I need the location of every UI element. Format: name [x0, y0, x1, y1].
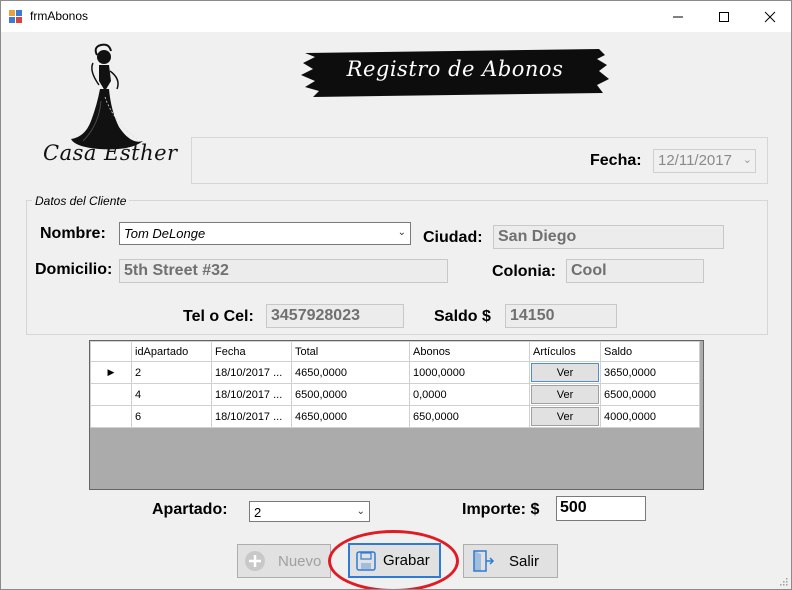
nombre-value: Tom DeLonge: [124, 226, 206, 241]
salir-label: Salir: [509, 552, 540, 570]
cell-idapartado[interactable]: 6: [131, 405, 212, 428]
grid-header-row: idApartado Fecha Total Abonos Artículos …: [90, 341, 700, 362]
column-header-fecha[interactable]: Fecha: [211, 341, 292, 362]
resize-grip-icon[interactable]: [778, 576, 788, 586]
tel-label: Tel o Cel:: [183, 308, 254, 325]
winforms-icon: [9, 10, 23, 24]
highlight-annotation: [328, 530, 459, 589]
nombre-label: Nombre:: [40, 225, 106, 242]
saldo-label: Saldo $: [434, 308, 491, 325]
close-icon: [764, 11, 776, 22]
cell-abonos[interactable]: 1000,0000: [409, 361, 530, 384]
cell-total[interactable]: 4650,0000: [291, 361, 410, 384]
saldo-field: 14150: [505, 304, 617, 328]
domicilio-field: 5th Street #32: [119, 259, 448, 283]
chevron-down-icon[interactable]: ⌄: [357, 506, 365, 517]
maximize-button[interactable]: [701, 1, 747, 32]
column-header-articulos[interactable]: Artículos: [529, 341, 601, 362]
table-row[interactable]: 4 18/10/2017 ... 6500,0000 0,0000 Ver 65…: [90, 383, 700, 406]
tel-field: 3457928023: [266, 304, 404, 328]
apartado-value: 2: [254, 505, 262, 520]
cell-total[interactable]: 4650,0000: [291, 405, 410, 428]
ver-articulos-button[interactable]: Ver: [531, 363, 599, 382]
cell-abonos[interactable]: 0,0000: [409, 383, 530, 406]
title-bar[interactable]: frmAbonos: [1, 1, 791, 32]
maximize-icon: [719, 11, 729, 22]
datos-cliente-title: Datos del Cliente: [32, 194, 130, 208]
minimize-icon: [673, 16, 683, 17]
column-header-saldo[interactable]: Saldo: [600, 341, 700, 362]
colonia-label: Colonia:: [492, 263, 556, 280]
cell-fecha[interactable]: 18/10/2017 ...: [211, 361, 292, 384]
ciudad-label: Ciudad:: [423, 229, 483, 246]
nuevo-button[interactable]: Nuevo: [237, 544, 331, 578]
add-icon: [245, 551, 265, 571]
logo-text: Casa Esther: [43, 141, 178, 165]
minimize-button[interactable]: [655, 1, 701, 32]
cell-abonos[interactable]: 650,0000: [409, 405, 530, 428]
apartado-combobox[interactable]: 2 ⌄: [249, 501, 370, 522]
fecha-value: 12/11/2017: [658, 152, 732, 169]
cell-fecha[interactable]: 18/10/2017 ...: [211, 383, 292, 406]
ver-articulos-button[interactable]: Ver: [531, 385, 599, 404]
cell-articulos: Ver: [529, 405, 601, 428]
cell-idapartado[interactable]: 4: [131, 383, 212, 406]
cell-saldo[interactable]: 6500,0000: [600, 383, 700, 406]
column-header-abonos[interactable]: Abonos: [409, 341, 530, 362]
fecha-date-picker[interactable]: 12/11/2017 ⌄: [653, 149, 756, 173]
importe-label: Importe: $: [462, 501, 540, 518]
close-button[interactable]: [747, 1, 791, 32]
column-header-total[interactable]: Total: [291, 341, 410, 362]
apartado-label: Apartado:: [152, 501, 228, 518]
ciudad-field: San Diego: [493, 225, 724, 249]
table-row[interactable]: ▶ 2 18/10/2017 ... 4650,0000 1000,0000 V…: [90, 361, 700, 384]
cell-fecha[interactable]: 18/10/2017 ...: [211, 405, 292, 428]
nombre-combobox[interactable]: Tom DeLonge ⌄: [119, 222, 411, 245]
table-row[interactable]: 6 18/10/2017 ... 4650,0000 650,0000 Ver …: [90, 405, 700, 428]
colonia-field: Cool: [566, 259, 704, 283]
ver-articulos-button[interactable]: Ver: [531, 407, 599, 426]
cell-articulos: Ver: [529, 361, 601, 384]
cell-articulos: Ver: [529, 383, 601, 406]
nuevo-label: Nuevo: [278, 552, 322, 570]
domicilio-label: Domicilio:: [35, 261, 113, 278]
chevron-down-icon[interactable]: ⌄: [398, 227, 406, 238]
cell-saldo[interactable]: 3650,0000: [600, 361, 700, 384]
column-header-idapartado[interactable]: idApartado: [131, 341, 212, 362]
window-title: frmAbonos: [30, 9, 89, 23]
apartados-grid[interactable]: idApartado Fecha Total Abonos Artículos …: [89, 340, 704, 490]
cell-saldo[interactable]: 4000,0000: [600, 405, 700, 428]
banner-title: Registro de Abonos: [346, 57, 564, 81]
cell-total[interactable]: 6500,0000: [291, 383, 410, 406]
row-header-corner[interactable]: [90, 341, 132, 362]
current-row-marker[interactable]: ▶: [90, 361, 132, 384]
cell-idapartado[interactable]: 2: [131, 361, 212, 384]
salir-button[interactable]: Salir: [463, 544, 558, 578]
exit-door-icon: [473, 550, 495, 572]
frm-abonos-window: frmAbonos Casa Esther Registro de Abonos…: [0, 0, 792, 590]
fecha-label: Fecha:: [590, 152, 642, 169]
row-header[interactable]: [90, 405, 132, 428]
row-header[interactable]: [90, 383, 132, 406]
chevron-down-icon[interactable]: ⌄: [743, 153, 752, 166]
importe-input[interactable]: 500: [556, 496, 646, 521]
